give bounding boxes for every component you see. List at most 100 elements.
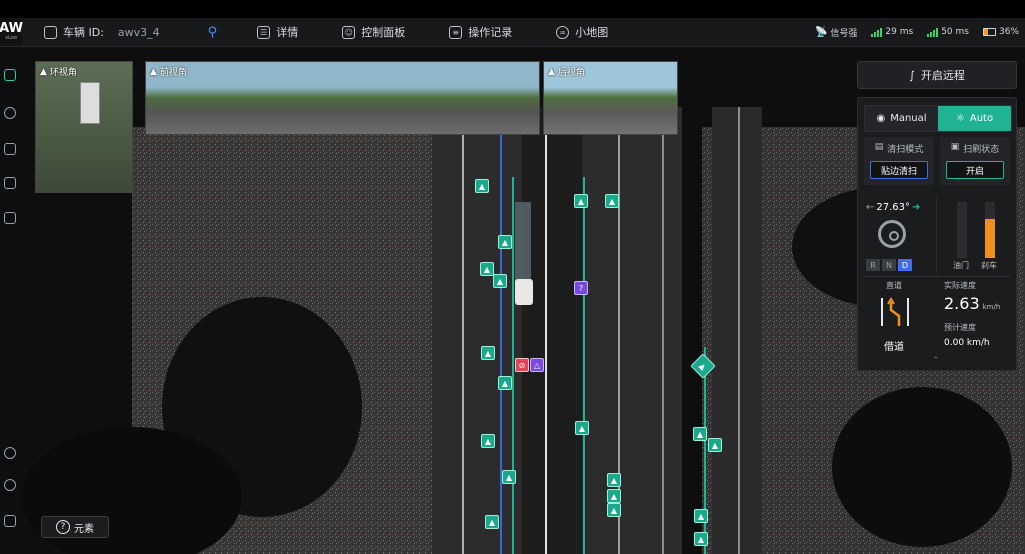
tree-marker[interactable]: ▲ <box>498 376 512 390</box>
tree-marker[interactable]: ▲ <box>575 421 589 435</box>
minimap-icon: ∞ <box>556 25 570 39</box>
menu-details[interactable]: ☰ 详情 <box>257 24 298 40</box>
menu-details-label: 详情 <box>276 26 299 39</box>
signal-bars-icon <box>871 27 883 37</box>
log-icon: ≡ <box>449 25 463 39</box>
sidebar-search-icon[interactable] <box>4 107 16 119</box>
menu-control-panel-label: 控制面板 <box>361 26 406 39</box>
menu-operation-log-label: 操作记录 <box>468 26 513 39</box>
vehicle-id-group: 车辆 ID: awv3_4 ⚲ <box>44 24 217 40</box>
camera-icon: ▲ <box>40 66 47 77</box>
camera-front-view[interactable]: ▲ 前视角 <box>145 61 540 135</box>
left-sidebar <box>0 47 22 554</box>
camera-surround-label: ▲ 环视角 <box>40 66 77 79</box>
gear-indicator: R N D <box>866 259 912 271</box>
search-icon[interactable]: ⚲ <box>208 25 218 40</box>
brush-status-box: ▣ 扫刷状态 开启 <box>940 137 1010 185</box>
layers-icon: ☰ <box>257 25 271 39</box>
tree-marker[interactable]: ▲ <box>574 194 588 208</box>
status-group: 📡 信号强 29 ms 50 ms 36% <box>815 18 1019 46</box>
sidebar-exit-icon[interactable] <box>4 515 16 527</box>
control-panel-icon: ☺ <box>342 25 356 39</box>
tree-marker[interactable]: ▲ <box>605 194 619 208</box>
header-bar: AW vLoo 车辆 ID: awv3_4 ⚲ ☰ 详情 ☺ 控制面板 ≡ 操作记… <box>0 18 1025 47</box>
signal-status: 📡 信号强 <box>814 26 858 39</box>
clean-mode-box: ▤ 清扫模式 贴边清扫 <box>864 137 934 185</box>
route-icon: ∫ <box>909 68 915 82</box>
camera-rear-label: ▲ 后视角 <box>548 66 585 79</box>
tree-marker[interactable]: ▲ <box>607 489 621 503</box>
vehicle-id-value[interactable]: awv3_4 <box>118 26 160 39</box>
start-remote-button[interactable]: ∫ 开启远程 <box>857 61 1017 89</box>
lane-title: 直道 <box>886 281 902 290</box>
tree-marker[interactable]: ▲ <box>493 274 507 288</box>
menu-minimap-label: 小地图 <box>575 26 609 39</box>
auto-icon: ☼ <box>955 113 965 124</box>
tree-marker[interactable]: ▲ <box>481 346 495 360</box>
lane-action: 借道 <box>884 342 904 353</box>
battery-icon <box>982 28 996 36</box>
tree-marker[interactable]: ▲ <box>694 532 708 546</box>
sidebar-info-icon[interactable] <box>4 479 16 491</box>
clean-mode-button[interactable]: 贴边清扫 <box>870 161 928 179</box>
tree-marker[interactable]: ▲ <box>485 515 499 529</box>
help-icon: ? <box>56 520 70 534</box>
tree-marker[interactable]: ▲ <box>693 427 707 441</box>
menu-operation-log[interactable]: ≡ 操作记录 <box>449 24 512 40</box>
latency-2: 50 ms <box>927 27 969 37</box>
elements-button[interactable]: ? 元素 <box>41 516 109 538</box>
manual-icon: ◉ <box>876 113 886 124</box>
tree-marker[interactable]: ▲ <box>498 235 512 249</box>
throttle-label: 油门 <box>953 261 969 270</box>
planned-speed: 0.00 km/h <box>944 338 990 348</box>
actual-speed: 2.63 km/h <box>944 294 1001 313</box>
brush-icon: ▣ <box>950 142 960 152</box>
camera-front-label: ▲ 前视角 <box>150 66 187 79</box>
brake-label: 刹车 <box>981 261 997 270</box>
actual-speed-label: 实际速度 <box>944 281 976 290</box>
tree-marker[interactable]: ▲ <box>607 503 621 517</box>
camera-icon: ▲ <box>150 66 157 77</box>
signal-icon: 📡 <box>814 26 828 38</box>
mode-auto-button[interactable]: ☼ Auto <box>938 106 1011 131</box>
mode-manual-button[interactable]: ◉ Manual <box>865 106 938 131</box>
sidebar-settings-icon[interactable] <box>4 447 16 459</box>
surround-vehicle <box>80 82 100 124</box>
sidebar-frame-icon[interactable] <box>4 177 16 189</box>
cone-marker[interactable]: △ <box>530 358 544 372</box>
sidebar-network-icon[interactable] <box>4 143 16 155</box>
app-logo[interactable]: AW vLoo <box>0 18 23 46</box>
menu-control-panel[interactable]: ☺ 控制面板 <box>342 24 405 40</box>
clean-mode-icon: ▤ <box>874 142 884 152</box>
arrow-left-icon: ← <box>866 202 875 213</box>
unknown-object-marker[interactable]: ? <box>574 281 588 295</box>
signal-bars-icon <box>927 27 939 37</box>
latency-1: 29 ms <box>871 27 913 37</box>
camera-surround-view[interactable]: ▲ 环视角 <box>35 61 133 193</box>
menu-minimap[interactable]: ∞ 小地图 <box>556 24 608 40</box>
brake-bar <box>985 202 995 258</box>
brake-fill <box>985 218 995 258</box>
mode-toggle: ◉ Manual ☼ Auto <box>864 105 1012 132</box>
battery-status: 36% <box>982 27 1019 37</box>
chevron-up-icon[interactable]: ⌃ <box>932 356 940 366</box>
sidebar-cube-icon[interactable] <box>4 212 16 224</box>
planned-speed-label: 预计速度 <box>944 323 976 332</box>
steering-angle: ← 27.63° ➜ <box>866 202 921 213</box>
tree-marker[interactable]: ▲ <box>481 434 495 448</box>
tree-marker[interactable]: ▲ <box>480 262 494 276</box>
vehicle-icon <box>44 25 57 39</box>
no-entry-marker[interactable]: ⊘ <box>515 358 529 372</box>
camera-rear-view[interactable]: ▲ 后视角 <box>543 61 678 135</box>
tree-marker[interactable]: ▲ <box>607 473 621 487</box>
tree-marker[interactable]: ▲ <box>708 438 722 452</box>
tree-marker[interactable]: ▲ <box>694 509 708 523</box>
tree-marker[interactable]: ▲ <box>502 470 516 484</box>
gear-d: D <box>898 259 912 271</box>
sidebar-refresh-icon[interactable] <box>4 69 16 81</box>
tree-marker[interactable]: ▲ <box>475 179 489 193</box>
control-panel: ◉ Manual ☼ Auto ▤ 清扫模式 贴边清扫 ▣ 扫刷状态 开启 ← 27… <box>857 97 1017 371</box>
brush-status-button[interactable]: 开启 <box>946 161 1004 179</box>
lane-change-icon <box>881 297 909 326</box>
gear-r: R <box>866 259 880 271</box>
